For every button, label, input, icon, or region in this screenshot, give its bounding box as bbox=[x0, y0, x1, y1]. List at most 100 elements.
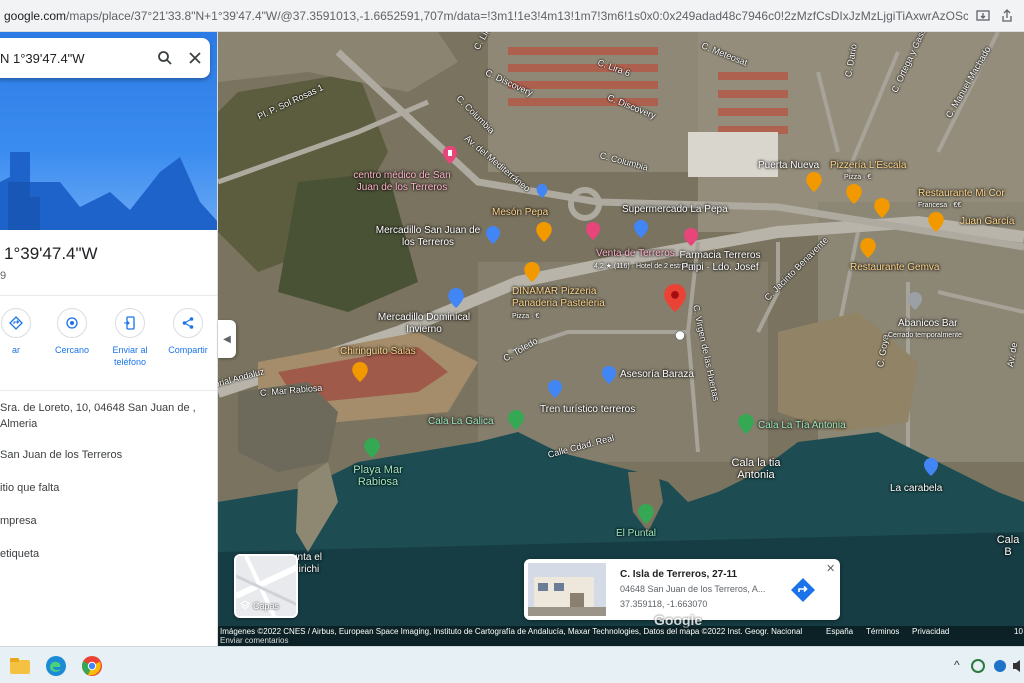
send-feedback-link[interactable]: Enviar comentarios bbox=[220, 636, 288, 645]
poi-label[interactable]: Chiringuito Salas bbox=[340, 346, 416, 358]
action-share[interactable]: Compartir bbox=[160, 308, 216, 378]
poi-label[interactable]: La carabela bbox=[890, 483, 942, 495]
search-box[interactable]: N 1°39'47.4"W bbox=[0, 38, 210, 78]
poi-label[interactable]: Cala B bbox=[992, 534, 1024, 558]
selected-location-marker-icon[interactable] bbox=[664, 284, 686, 312]
satellite-map[interactable]: C. Lira C. Lira 6 C. Meteosat C. Discove… bbox=[218, 32, 1024, 646]
share-page-icon[interactable] bbox=[998, 7, 1016, 25]
info-add-label[interactable]: etiqueta bbox=[0, 546, 214, 562]
poi-label[interactable]: Mercadillo San Juan de los Terreros bbox=[368, 225, 488, 249]
info-add-missing-place[interactable]: itio que falta bbox=[0, 480, 214, 496]
privacy-link[interactable]: Privacidad bbox=[912, 627, 949, 636]
close-icon[interactable] bbox=[180, 43, 210, 73]
beach-marker-icon[interactable] bbox=[508, 410, 524, 430]
poi-label[interactable]: Pizzería L'Escala bbox=[830, 160, 906, 172]
poi-label[interactable]: Cala La Tía Antonia bbox=[758, 420, 846, 432]
place-panel: N 1°39'47.4"W 1°39'47.4"W 9 ar Cercano E… bbox=[0, 32, 218, 646]
poi-label[interactable]: Supermercado La Pepa bbox=[622, 204, 728, 216]
shopping-marker-icon[interactable] bbox=[634, 220, 648, 238]
edge-browser-icon[interactable] bbox=[44, 654, 68, 678]
poi-sublabel: Cerrado temporalmente bbox=[888, 332, 962, 339]
map-attribution-bar: Imágenes ©2022 CNES / Airbus, European S… bbox=[218, 626, 1024, 646]
url-text[interactable]: google.com/maps/place/37°21'33.8"N+1°39'… bbox=[0, 9, 968, 23]
poi-label[interactable]: Playa Mar Rabiosa bbox=[348, 464, 408, 488]
place-subtitle: 9 bbox=[0, 270, 7, 282]
shopping-marker-icon[interactable] bbox=[486, 226, 500, 244]
share-icon[interactable] bbox=[173, 308, 203, 338]
layers-icon bbox=[240, 600, 250, 612]
nearby-icon[interactable] bbox=[57, 308, 87, 338]
poi-label[interactable]: DINAMAR Pizzeria Panaderia Pasteleria bbox=[512, 286, 632, 310]
search-input[interactable]: N 1°39'47.4"W bbox=[0, 51, 150, 66]
restaurant-marker-icon[interactable] bbox=[860, 238, 876, 258]
action-label: Cercano bbox=[54, 345, 90, 355]
card-title: C. Isla de Terreros, 27-11 bbox=[620, 569, 738, 580]
business-marker-icon[interactable] bbox=[602, 366, 616, 384]
url-host: google.com bbox=[4, 8, 67, 23]
hospital-marker-icon[interactable] bbox=[443, 146, 457, 164]
action-directions[interactable]: ar bbox=[0, 308, 44, 378]
send-to-phone-icon[interactable] bbox=[115, 308, 145, 338]
place-marker-icon[interactable] bbox=[674, 330, 686, 344]
collapse-panel-button[interactable]: ◀ bbox=[218, 320, 236, 358]
terms-link[interactable]: Términos bbox=[866, 627, 899, 636]
chevron-up-icon[interactable]: ^ bbox=[954, 658, 960, 672]
install-app-icon[interactable] bbox=[974, 7, 992, 25]
poi-label[interactable]: Asesoría Baraza bbox=[620, 369, 694, 381]
region-link[interactable]: España bbox=[826, 627, 853, 636]
info-area[interactable]: San Juan de los Terreros bbox=[0, 447, 214, 463]
info-add-business[interactable]: mpresa bbox=[0, 513, 214, 529]
poi-label[interactable]: Puerta Nueva bbox=[758, 160, 819, 172]
action-label: Compartir bbox=[168, 345, 208, 355]
directions-icon[interactable] bbox=[1, 308, 31, 338]
directions-icon[interactable] bbox=[790, 577, 816, 603]
shopping-marker-icon[interactable] bbox=[448, 288, 464, 308]
poi-label[interactable]: El Puntal bbox=[616, 528, 656, 540]
poi-label[interactable]: Abanicos Bar bbox=[898, 318, 957, 330]
restaurant-marker-icon[interactable] bbox=[874, 198, 890, 218]
chrome-browser-icon[interactable] bbox=[80, 654, 104, 678]
pharmacy-marker-icon[interactable] bbox=[684, 228, 698, 246]
poi-label[interactable]: Farmacia Terreros Puipi · Ldo. Josef bbox=[670, 250, 770, 274]
poi-label[interactable]: Restaurante Mi Cor bbox=[918, 188, 1005, 200]
location-photo[interactable] bbox=[528, 563, 606, 616]
search-icon[interactable] bbox=[150, 43, 180, 73]
poi-label[interactable]: unta el Pirichi bbox=[292, 552, 342, 576]
shopping-marker-icon[interactable] bbox=[536, 184, 548, 198]
restaurant-marker-icon[interactable] bbox=[806, 172, 822, 192]
poi-label[interactable]: Mercadillo Dominical Invierno bbox=[374, 312, 474, 336]
card-coordinates: 37.359118, -1.663070 bbox=[620, 599, 708, 609]
network-icon[interactable] bbox=[992, 658, 1008, 674]
poi-label[interactable]: centro médico de San Juan de los Terrero… bbox=[352, 170, 452, 194]
info-address[interactable]: Sra. de Loreto, 10, 04648 San Juan de , … bbox=[0, 400, 214, 432]
action-send-to-phone[interactable]: Enviar al teléfono bbox=[100, 308, 160, 378]
restaurant-marker-icon[interactable] bbox=[524, 262, 540, 282]
sync-icon[interactable] bbox=[970, 658, 986, 674]
restaurant-marker-icon[interactable] bbox=[846, 184, 862, 204]
poi-label[interactable]: Restaurante Gemva bbox=[850, 262, 940, 274]
attraction-marker-icon[interactable] bbox=[548, 380, 562, 398]
poi-label[interactable]: Venta de Terreros bbox=[596, 248, 675, 260]
poi-label[interactable]: Cala la tia Antonia bbox=[724, 457, 788, 481]
poi-label[interactable]: Mesón Pepa bbox=[492, 207, 548, 219]
restaurant-marker-icon[interactable] bbox=[928, 212, 944, 232]
restaurant-marker-icon[interactable] bbox=[536, 222, 552, 242]
location-card[interactable]: C. Isla de Terreros, 27-11 04648 San Jua… bbox=[524, 559, 840, 620]
park-marker-icon[interactable] bbox=[638, 504, 654, 524]
beach-marker-icon[interactable] bbox=[364, 438, 380, 458]
beach-marker-icon[interactable] bbox=[738, 414, 754, 434]
poi-label[interactable]: Cala La Galica bbox=[428, 416, 494, 428]
scale-label: 10 bbox=[1014, 627, 1023, 636]
hotel-marker-icon[interactable] bbox=[586, 222, 600, 240]
poi-label[interactable]: Juan García bbox=[960, 216, 1014, 228]
poi-label[interactable]: Tren turístico terreros bbox=[540, 404, 635, 416]
action-nearby[interactable]: Cercano bbox=[44, 308, 100, 378]
bar-marker-icon[interactable] bbox=[908, 292, 922, 310]
place-marker-icon[interactable] bbox=[924, 458, 938, 476]
restaurant-marker-icon[interactable] bbox=[352, 362, 368, 382]
close-icon[interactable]: ✕ bbox=[826, 562, 835, 575]
layers-toggle[interactable]: Capas bbox=[234, 554, 298, 618]
browser-address-bar[interactable]: google.com/maps/place/37°21'33.8"N+1°39'… bbox=[0, 0, 1024, 32]
volume-icon[interactable] bbox=[1012, 658, 1024, 674]
file-explorer-icon[interactable] bbox=[8, 654, 32, 678]
